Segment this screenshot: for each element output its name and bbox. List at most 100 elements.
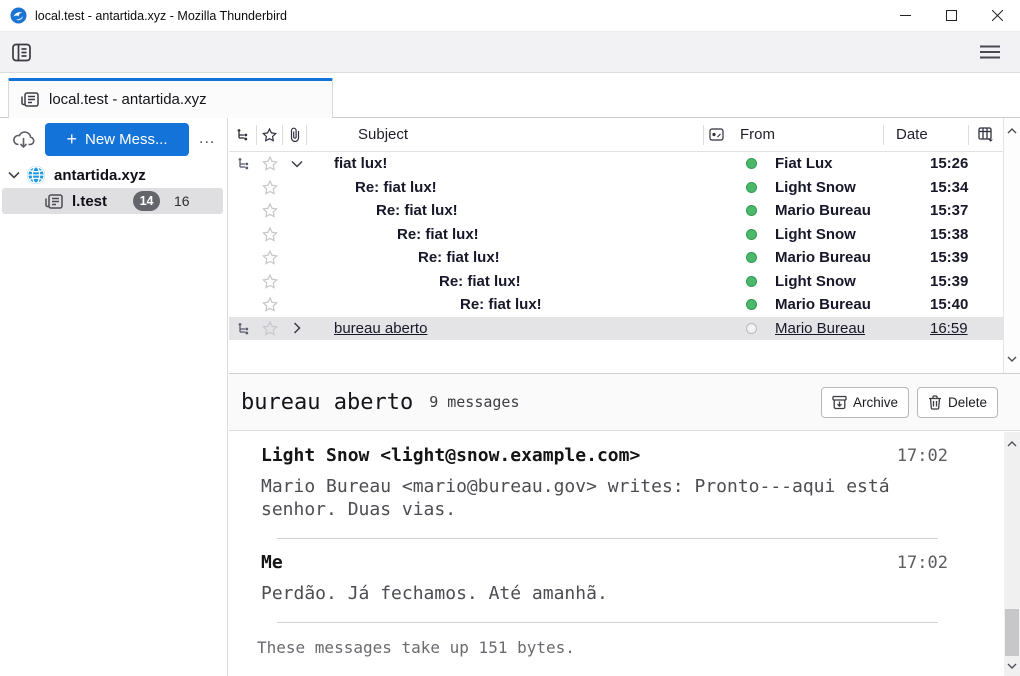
attachment-column-icon[interactable] (283, 125, 307, 145)
row-subject: Re: fiat lux! (460, 296, 542, 313)
plus-icon: + (66, 129, 77, 150)
thread-summary-header: bureau aberto 9 messages Archive Delete (229, 373, 1020, 431)
newsgroup-icon (21, 91, 40, 108)
thread-icon (229, 318, 257, 338)
message-item[interactable]: Me 17:02 Perdão. Já fechamos. Até amanhã… (229, 539, 1004, 623)
scroll-down-icon[interactable] (1004, 351, 1020, 367)
tab-bar: local.test - antartida.xyz (0, 73, 1020, 118)
account-row[interactable]: antartida.xyz (0, 162, 227, 188)
unread-dot[interactable] (738, 182, 764, 193)
message-time: 17:02 (897, 553, 948, 573)
from-column-header[interactable]: From (729, 125, 883, 145)
close-button[interactable] (974, 0, 1020, 31)
message-row[interactable]: Re: fiat lux! Light Snow 15:39 (229, 270, 1003, 294)
window-controls (882, 0, 1020, 31)
unread-dot[interactable] (738, 229, 764, 240)
unread-dot[interactable] (738, 299, 764, 310)
messages-size-note: These messages take up 151 bytes. (229, 623, 1004, 657)
row-subject: Re: fiat lux! (376, 202, 458, 219)
folder-pane-header: + New Mess... ... (0, 118, 227, 160)
folder-pane-options-button[interactable]: ... (199, 130, 215, 148)
row-subject: Re: fiat lux! (418, 249, 500, 266)
star-icon[interactable] (257, 271, 283, 291)
tab-local-test[interactable]: local.test - antartida.xyz (8, 78, 333, 118)
thread-column-icon[interactable] (229, 125, 257, 145)
message-row[interactable]: Re: fiat lux! Light Snow 15:34 (229, 176, 1003, 200)
star-icon[interactable] (257, 248, 283, 268)
row-date: 15:37 (918, 202, 1003, 219)
tab-label: local.test - antartida.xyz (49, 91, 207, 108)
spaces-toolbar (0, 32, 1020, 73)
message-row[interactable]: Re: fiat lux! Mario Bureau 15:40 (229, 293, 1003, 317)
row-subject: bureau aberto (334, 320, 427, 337)
message-row[interactable]: Re: fiat lux! Mario Bureau 15:39 (229, 246, 1003, 270)
thread-list-header: Subject From Date (229, 118, 1003, 152)
row-date: 15:26 (918, 155, 1003, 172)
twisty-expand-icon[interactable] (285, 322, 309, 334)
unread-dot[interactable] (738, 252, 764, 263)
message-from: Light Snow <light@snow.example.com> (261, 445, 640, 466)
row-from: Mario Bureau (764, 249, 918, 266)
message-item[interactable]: Light Snow <light@snow.example.com> 17:0… (229, 432, 1004, 539)
folder-pane: + New Mess... ... antartida.xyz l.test 1… (0, 118, 228, 676)
unread-column-icon[interactable] (703, 125, 729, 145)
spaces-menu-icon[interactable] (11, 42, 32, 63)
account-name: antartida.xyz (54, 167, 146, 184)
unread-count-badge: 14 (133, 191, 160, 211)
scroll-down-icon[interactable] (1004, 658, 1020, 674)
folder-name: l.test (72, 193, 107, 210)
read-dot[interactable] (738, 323, 764, 334)
message-row-selected[interactable]: bureau aberto Mario Bureau 16:59 (229, 317, 1003, 341)
new-message-button[interactable]: + New Mess... (45, 123, 189, 156)
star-icon[interactable] (257, 224, 283, 244)
maximize-button[interactable] (928, 0, 974, 31)
star-icon[interactable] (257, 154, 283, 174)
app-menu-icon[interactable] (980, 45, 1000, 59)
scroll-up-icon[interactable] (1004, 436, 1020, 452)
folder-item-ltest[interactable]: l.test 14 16 (2, 188, 223, 214)
minimize-button[interactable] (882, 0, 928, 31)
message-body: Perdão. Já fechamos. Até amanhã. (261, 582, 901, 605)
message-row[interactable]: Re: fiat lux! Mario Bureau 15:37 (229, 199, 1003, 223)
trash-icon (928, 395, 942, 410)
row-from: Light Snow (764, 226, 918, 243)
thread-message-count: 9 messages (429, 393, 519, 411)
window-titlebar: local.test - antartida.xyz - Mozilla Thu… (0, 0, 1020, 32)
chevron-down-icon[interactable] (8, 171, 20, 179)
message-row[interactable]: Re: fiat lux! Light Snow 15:38 (229, 223, 1003, 247)
star-column-icon[interactable] (257, 125, 283, 145)
message-pane-scrollbar[interactable] (1004, 432, 1020, 676)
unread-dot[interactable] (738, 158, 764, 169)
thread-title: bureau aberto (241, 390, 413, 415)
column-picker-icon[interactable] (968, 125, 1003, 145)
date-column-header[interactable]: Date (883, 125, 968, 145)
archive-icon (832, 395, 847, 410)
star-icon[interactable] (257, 177, 283, 197)
message-body: Mario Bureau <mario@bureau.gov> writes: … (261, 475, 901, 521)
globe-icon (26, 165, 46, 185)
delete-button[interactable]: Delete (917, 387, 998, 418)
delete-label: Delete (948, 395, 987, 410)
row-date: 15:34 (918, 179, 1003, 196)
star-icon[interactable] (257, 201, 283, 221)
window-title: local.test - antartida.xyz - Mozilla Thu… (35, 9, 287, 23)
message-pane: Light Snow <light@snow.example.com> 17:0… (229, 432, 1020, 676)
thunderbird-logo-icon (10, 7, 27, 24)
star-icon[interactable] (257, 318, 283, 338)
unread-dot[interactable] (738, 276, 764, 287)
star-icon[interactable] (257, 295, 283, 315)
message-row[interactable]: fiat lux! Fiat Lux 15:26 (229, 152, 1003, 176)
scroll-up-icon[interactable] (1004, 123, 1020, 139)
scrollbar-thumb[interactable] (1005, 609, 1019, 656)
row-date: 15:39 (918, 249, 1003, 266)
twisty-collapse-icon[interactable] (285, 160, 309, 168)
archive-button[interactable]: Archive (821, 387, 909, 418)
row-date: 15:40 (918, 296, 1003, 313)
subject-column-header[interactable]: Subject (307, 125, 703, 145)
thread-pane: Subject From Date (229, 118, 1020, 373)
row-date: 15:39 (918, 273, 1003, 290)
get-messages-icon[interactable] (12, 129, 35, 150)
row-from: Mario Bureau (764, 320, 918, 337)
thread-list-scrollbar[interactable] (1003, 118, 1020, 373)
unread-dot[interactable] (738, 205, 764, 216)
